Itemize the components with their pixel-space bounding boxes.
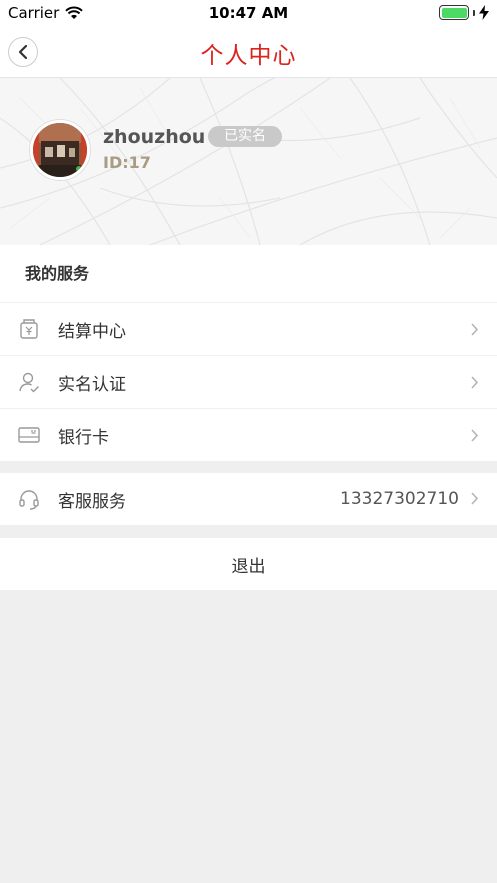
logout-label: 退出 <box>231 556 266 577</box>
user-id: ID:17 <box>103 153 151 172</box>
customer-service-row[interactable]: 客服服务 13327302710 <box>0 473 497 525</box>
user-check-icon <box>18 371 40 393</box>
navigation-bar: 个人中心 <box>0 26 497 78</box>
service-label: 银行卡 <box>58 427 109 448</box>
status-bar: Carrier 10:47 AM <box>0 0 497 26</box>
customer-service-phone[interactable]: 13327302710 <box>340 489 459 509</box>
service-row-verification[interactable]: 实名认证 <box>0 355 497 408</box>
charging-bolt-icon <box>479 5 489 20</box>
chevron-right-icon <box>471 376 479 389</box>
battery-icon <box>439 5 469 20</box>
service-label: 结算中心 <box>58 321 126 342</box>
avatar-photo <box>33 123 87 177</box>
bank-card-icon <box>18 424 40 446</box>
section-title: 我的服务 <box>25 264 90 283</box>
service-label: 实名认证 <box>58 374 126 395</box>
customer-service-section: 客服服务 13327302710 <box>0 473 497 525</box>
customer-service-label: 客服服务 <box>58 491 126 512</box>
chevron-right-icon <box>471 429 479 442</box>
avatar[interactable] <box>30 120 90 180</box>
chevron-right-icon <box>471 323 479 336</box>
chevron-right-icon <box>471 492 479 505</box>
battery-indicator <box>439 5 489 20</box>
profile-header: zhouzhou 已实名 ID:17 <box>0 78 497 245</box>
my-services-section: 我的服务 结算中心 实名认证 银行卡 <box>0 245 497 461</box>
page-title: 个人中心 <box>200 43 297 69</box>
logout-button[interactable]: 退出 <box>0 538 497 590</box>
service-row-bank-card[interactable]: 银行卡 <box>0 408 497 461</box>
headset-icon <box>18 488 40 510</box>
status-time: 10:47 AM <box>208 4 289 22</box>
service-row-settlement[interactable]: 结算中心 <box>0 302 497 355</box>
verified-badge: 已实名 <box>208 126 282 147</box>
wallet-yen-icon <box>18 318 40 340</box>
username: zhouzhou <box>103 126 206 148</box>
